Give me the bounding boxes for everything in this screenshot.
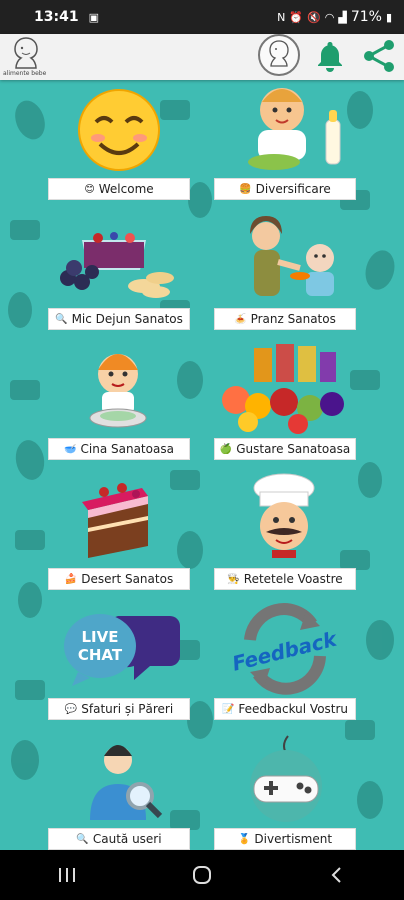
tile-mic-dejun[interactable]: 🔍 Mic Dejun Sanatos — [48, 210, 190, 330]
fruit-juices-illustration — [222, 344, 344, 434]
feedback-icon: 📝 — [221, 703, 235, 715]
bowl-icon: 🥣 — [64, 443, 77, 455]
user-search-illustration — [90, 745, 163, 820]
battery-percent: 71% — [350, 9, 382, 25]
live-chat-illustration: LIVE CHAT — [64, 614, 180, 686]
back-icon[interactable] — [327, 865, 347, 885]
tile-pranz[interactable]: 🍝 Pranz Sanatos — [214, 210, 356, 330]
burger-icon: 🍔 — [239, 183, 252, 195]
tile-label: 🔍 Caută useri — [48, 828, 190, 850]
mute-icon: 🔇 — [307, 10, 321, 24]
tile-desert[interactable]: 🍰 Desert Sanatos — [48, 470, 190, 590]
tile-label: 👨‍🍳 Retetele Voastre — [214, 568, 356, 590]
tile-label: 🏅 Divertisment — [214, 828, 356, 850]
tile-label: 🍏 Gustare Sanatoasa — [214, 438, 356, 460]
tile-label: 💬 Sfaturi și Păreri — [48, 698, 190, 720]
system-navigation-bar — [0, 850, 404, 900]
tile-label: 🍝 Pranz Sanatos — [214, 308, 356, 330]
status-bar: 13:41 ▣ N ⏰ 🔇 ◠ ▟ 71% ▮ — [0, 0, 404, 34]
tile-label: 📝 Feedbackul Vostru — [214, 698, 356, 720]
profile-avatar[interactable] — [258, 34, 300, 76]
plate-icon: 🍝 — [234, 313, 247, 325]
medal-icon: 🏅 — [237, 833, 251, 845]
tile-divertisment[interactable]: 🏅 Divertisment — [214, 730, 356, 850]
smile-icon: 😊 — [84, 183, 95, 195]
alarm-icon: ⏰ — [289, 10, 304, 24]
magnifier-icon: 🔍 — [55, 313, 68, 325]
bell-icon[interactable] — [314, 38, 346, 74]
share-icon[interactable] — [362, 38, 396, 74]
search-icon: 🔍 — [76, 833, 89, 845]
apple-icon: 🍏 — [219, 443, 233, 455]
tile-welcome[interactable]: 😊 Welcome — [48, 80, 190, 200]
tile-feedback[interactable]: Feedback 📝 Feedbackul Vostru — [214, 600, 356, 720]
recent-apps-icon[interactable] — [57, 865, 77, 885]
baby-eating-illustration — [248, 88, 341, 170]
smiley-face-icon — [78, 89, 160, 171]
logo-caption: alimente bebe — [3, 70, 47, 77]
chef-icon: 👨‍🍳 — [227, 573, 240, 585]
tile-label: 🍰 Desert Sanatos — [48, 568, 190, 590]
tile-diversificare[interactable]: 🍔 Diversificare — [214, 80, 356, 200]
mother-feeding-baby-illustration — [250, 216, 334, 296]
tile-cauta-useri[interactable]: 🔍 Caută useri — [48, 730, 190, 850]
baby-icon — [269, 40, 289, 67]
child-eating-illustration — [89, 354, 147, 428]
tile-label: 😊 Welcome — [48, 178, 190, 200]
signal-icon: ▟ — [338, 10, 347, 24]
feedback-illustration: Feedback — [230, 603, 341, 695]
wifi-icon: ◠ — [324, 10, 335, 24]
tile-cina[interactable]: 🥣 Cina Sanatoasa — [48, 340, 190, 460]
clock: 13:41 — [34, 9, 79, 25]
tile-label: 🍔 Diversificare — [214, 178, 356, 200]
tile-sfaturi[interactable]: LIVE CHAT 💬 Sfaturi și Păreri — [48, 600, 190, 720]
live-chat-text-line1: LIVE — [82, 628, 119, 646]
cake-slice-illustration — [82, 483, 148, 558]
tile-retetele[interactable]: 👨‍🍳 Retetele Voastre — [214, 470, 356, 590]
chat-icon: 💬 — [64, 703, 78, 715]
gallery-notification-icon: ▣ — [88, 10, 99, 24]
home-icon[interactable] — [191, 864, 213, 886]
tile-label: 🔍 Mic Dejun Sanatos — [48, 308, 190, 330]
app-bar: alimente bebe — [0, 34, 404, 80]
battery-icon: ▮ — [385, 10, 392, 24]
live-chat-text-line2: CHAT — [78, 646, 123, 664]
cake-icon: 🍰 — [64, 573, 78, 585]
chef-illustration — [253, 473, 315, 558]
tile-label: 🥣 Cina Sanatoasa — [48, 438, 190, 460]
tile-gustare[interactable]: 🍏 Gustare Sanatoasa — [214, 340, 356, 460]
nfc-icon: N — [277, 10, 286, 24]
gamepad-illustration — [250, 735, 322, 822]
menu-grid: 😊 Welcome 🍔 Diversificare 🔍 Mic Dejun Sa… — [0, 80, 404, 850]
breakfast-bowl-illustration — [60, 232, 174, 298]
